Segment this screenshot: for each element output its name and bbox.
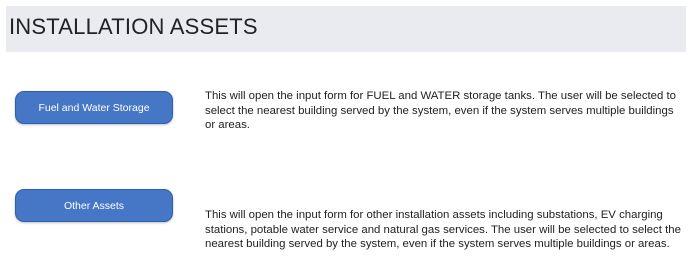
fuel-and-water-storage-description: This will open the input form for FUEL a… xyxy=(205,90,677,131)
installation-assets-page: INSTALLATION ASSETS Fuel and Water Stora… xyxy=(0,0,692,275)
page-title: INSTALLATION ASSETS xyxy=(9,14,258,39)
other-assets-button[interactable]: Other Assets xyxy=(15,189,173,222)
other-assets-description: This will open the input form for other … xyxy=(205,209,681,250)
fuel-and-water-storage-button[interactable]: Fuel and Water Storage xyxy=(15,91,173,124)
